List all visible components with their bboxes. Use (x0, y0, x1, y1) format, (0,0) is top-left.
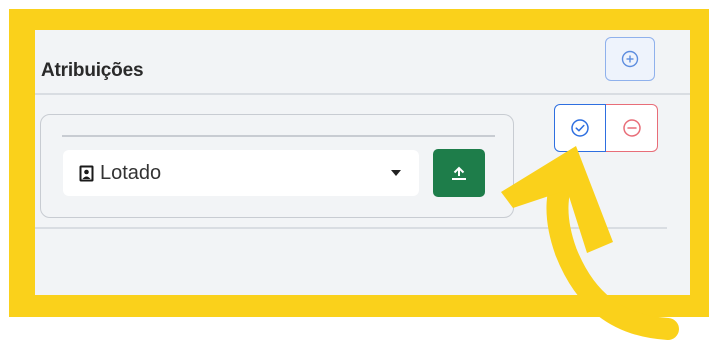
upload-icon (452, 166, 466, 180)
remove-button[interactable] (606, 104, 658, 152)
add-assignment-button[interactable] (605, 37, 655, 81)
minus-circle-icon (622, 119, 641, 137)
assignment-select[interactable]: Lotado (63, 150, 419, 196)
card-divider (62, 135, 495, 137)
section-title: Atribuições (41, 60, 144, 81)
row-action-group (554, 104, 658, 152)
section-divider-bottom (35, 227, 667, 229)
confirm-button[interactable] (554, 104, 606, 152)
portrait-icon (79, 165, 94, 181)
chevron-down-icon (391, 170, 401, 176)
assignment-select-value: Lotado (100, 161, 162, 184)
section-divider (35, 93, 690, 95)
assignment-card: Lotado (40, 114, 514, 218)
plus-circle-icon (621, 50, 639, 68)
assignments-panel: Atribuições Lotado (35, 30, 690, 295)
check-circle-icon (571, 119, 589, 137)
upload-button[interactable] (433, 149, 485, 197)
